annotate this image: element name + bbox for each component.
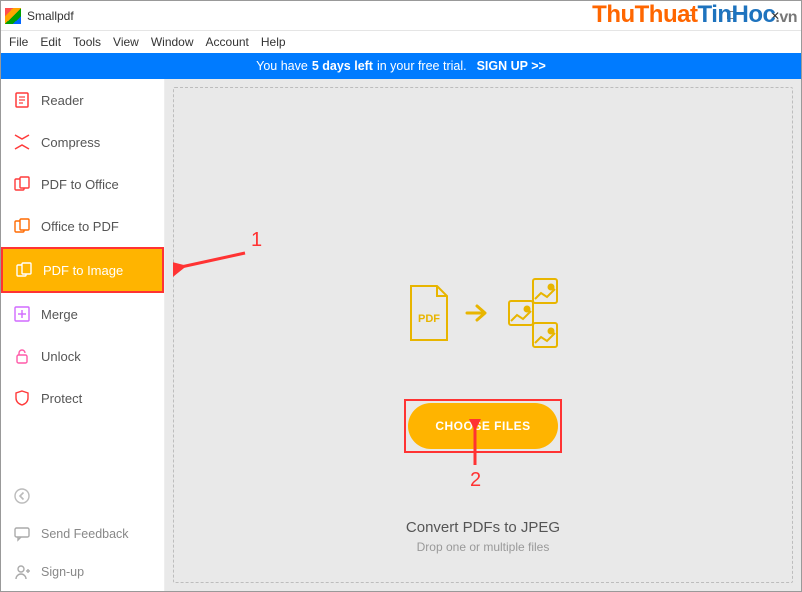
- annotation-box-2: CHOOSE FILES: [404, 399, 562, 453]
- sidebar-item-merge[interactable]: Merge: [1, 293, 164, 335]
- main-subtitle: Drop one or multiple files: [406, 540, 560, 554]
- hero-graphic: PDF: [405, 277, 561, 349]
- main-title: Convert PDFs to JPEG: [406, 519, 560, 536]
- sidebar-item-label: Protect: [41, 391, 82, 406]
- sidebar-item-protect[interactable]: Protect: [1, 377, 164, 419]
- image-stack-icon: [503, 277, 561, 349]
- menu-window[interactable]: Window: [151, 35, 194, 49]
- window-title: Smallpdf: [27, 9, 74, 23]
- sign-up-label: Sign-up: [41, 565, 84, 579]
- reader-icon: [13, 91, 31, 109]
- maximize-button[interactable]: [709, 1, 753, 31]
- choose-files-button[interactable]: CHOOSE FILES: [408, 403, 558, 449]
- menu-account[interactable]: Account: [206, 35, 249, 49]
- menu-file[interactable]: File: [9, 35, 28, 49]
- sidebar-item-pdf-to-office[interactable]: PDF to Office: [1, 163, 164, 205]
- sidebar-item-label: PDF to Image: [43, 263, 123, 278]
- sidebar-item-label: Merge: [41, 307, 78, 322]
- svg-text:PDF: PDF: [418, 313, 440, 325]
- sidebar: Reader Compress PDF to Office Office to …: [1, 79, 165, 591]
- compress-icon: [13, 133, 31, 151]
- menu-edit[interactable]: Edit: [40, 35, 61, 49]
- sidebar-item-label: Reader: [41, 93, 84, 108]
- trial-banner: You have 5 days left in your free trial.…: [1, 53, 801, 79]
- sidebar-item-office-to-pdf[interactable]: Office to PDF: [1, 205, 164, 247]
- close-button[interactable]: [753, 1, 797, 31]
- arrow-right-icon: [465, 303, 491, 323]
- trial-prefix: You have: [256, 59, 308, 73]
- main-panel: PDF: [165, 79, 801, 591]
- menu-help[interactable]: Help: [261, 35, 286, 49]
- pdf-to-image-icon: [15, 261, 33, 279]
- menu-view[interactable]: View: [113, 35, 139, 49]
- sidebar-item-reader[interactable]: Reader: [1, 79, 164, 121]
- sidebar-item-compress[interactable]: Compress: [1, 121, 164, 163]
- back-arrow-icon: [13, 487, 31, 505]
- content-area: Reader Compress PDF to Office Office to …: [1, 79, 801, 591]
- shield-icon: [13, 389, 31, 407]
- menu-tools[interactable]: Tools: [73, 35, 101, 49]
- pdf-to-office-icon: [13, 175, 31, 193]
- annotation-box-1: PDF to Image: [1, 247, 164, 293]
- signup-link[interactable]: SIGN UP >>: [477, 59, 546, 73]
- sidebar-item-label: PDF to Office: [41, 177, 119, 192]
- app-logo-icon: [5, 8, 21, 24]
- sidebar-item-label: Compress: [41, 135, 100, 150]
- feedback-label: Send Feedback: [41, 527, 129, 541]
- menu-bar: File Edit Tools View Window Account Help: [1, 31, 801, 53]
- office-to-pdf-icon: [13, 217, 31, 235]
- sidebar-item-unlock[interactable]: Unlock: [1, 335, 164, 377]
- trial-days: 5 days left: [312, 59, 373, 73]
- trial-suffix: in your free trial.: [377, 59, 467, 73]
- sidebar-item-label: Office to PDF: [41, 219, 119, 234]
- sidebar-item-pdf-to-image[interactable]: PDF to Image: [3, 249, 162, 291]
- back-button[interactable]: [1, 477, 164, 515]
- sidebar-item-label: Unlock: [41, 349, 81, 364]
- feedback-icon: [13, 525, 31, 543]
- title-bar: Smallpdf: [1, 1, 801, 31]
- send-feedback-button[interactable]: Send Feedback: [1, 515, 164, 553]
- merge-icon: [13, 305, 31, 323]
- dropzone-caption: Convert PDFs to JPEG Drop one or multipl…: [406, 519, 560, 554]
- drop-zone[interactable]: PDF: [173, 87, 793, 583]
- user-icon: [13, 563, 31, 581]
- pdf-file-icon: PDF: [405, 284, 453, 342]
- window-controls: [665, 1, 797, 31]
- unlock-icon: [13, 347, 31, 365]
- sign-up-button[interactable]: Sign-up: [1, 553, 164, 591]
- minimize-button[interactable]: [665, 1, 709, 31]
